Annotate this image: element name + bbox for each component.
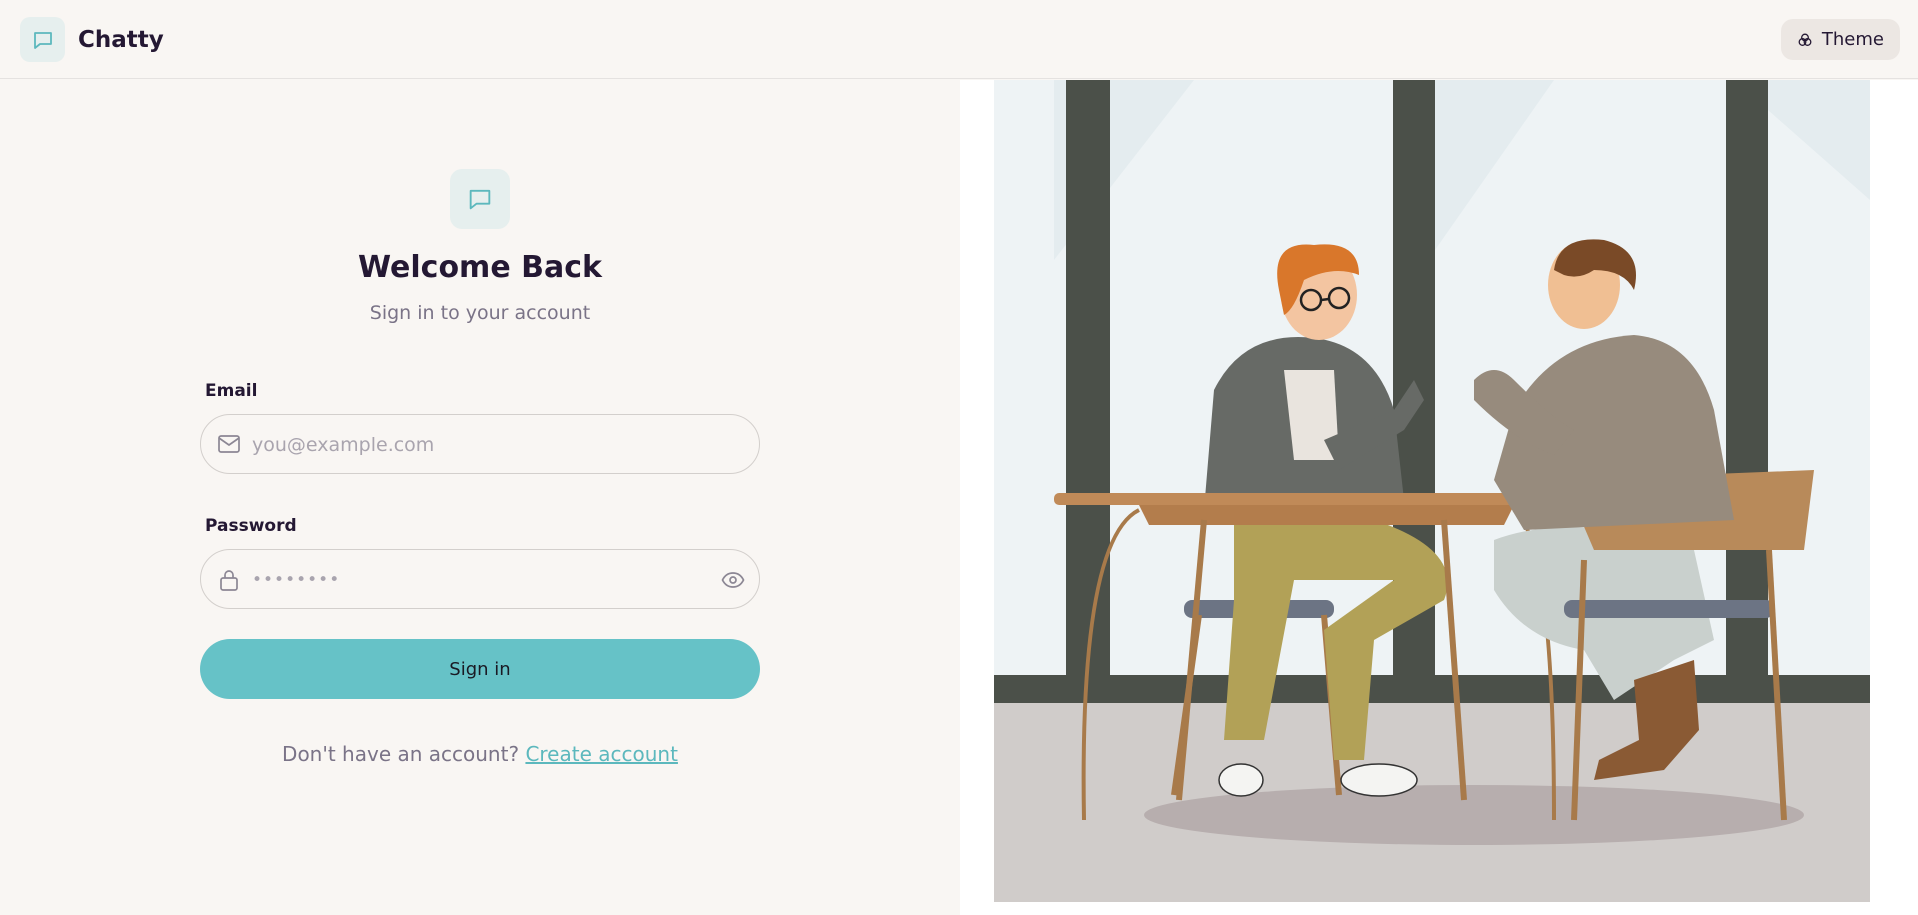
palette-icon (1797, 32, 1813, 48)
password-field[interactable]: •••••••• (200, 549, 760, 609)
message-square-icon (20, 17, 65, 62)
app-name: Chatty (78, 26, 164, 53)
email-placeholder: you@example.com (252, 434, 435, 456)
message-square-icon (450, 169, 510, 229)
signup-prompt: Don't have an account? Create account (0, 742, 960, 766)
create-account-link[interactable]: Create account (525, 742, 678, 766)
theme-button-label: Theme (1821, 29, 1884, 50)
brand[interactable]: Chatty (20, 17, 164, 62)
theme-button[interactable]: Theme (1780, 19, 1900, 60)
sign-in-button[interactable]: Sign in (200, 639, 760, 699)
password-value: •••••••• (252, 570, 341, 590)
password-label: Password (205, 516, 297, 536)
two-people-chatting-illustration (994, 80, 1870, 902)
page-title: Welcome Back (358, 250, 602, 285)
illustration-panel (960, 80, 1918, 915)
app-header: Chatty Theme (0, 0, 1918, 79)
signup-prompt-text: Don't have an account? (282, 742, 520, 766)
signin-panel: Welcome Back Sign in to your account Ema… (0, 80, 960, 915)
eye-icon[interactable] (721, 569, 745, 591)
email-field[interactable]: you@example.com (200, 414, 760, 474)
email-label: Email (205, 381, 258, 401)
page-subtitle: Sign in to your account (369, 302, 591, 324)
mail-icon (217, 433, 241, 455)
lock-icon (217, 568, 241, 592)
